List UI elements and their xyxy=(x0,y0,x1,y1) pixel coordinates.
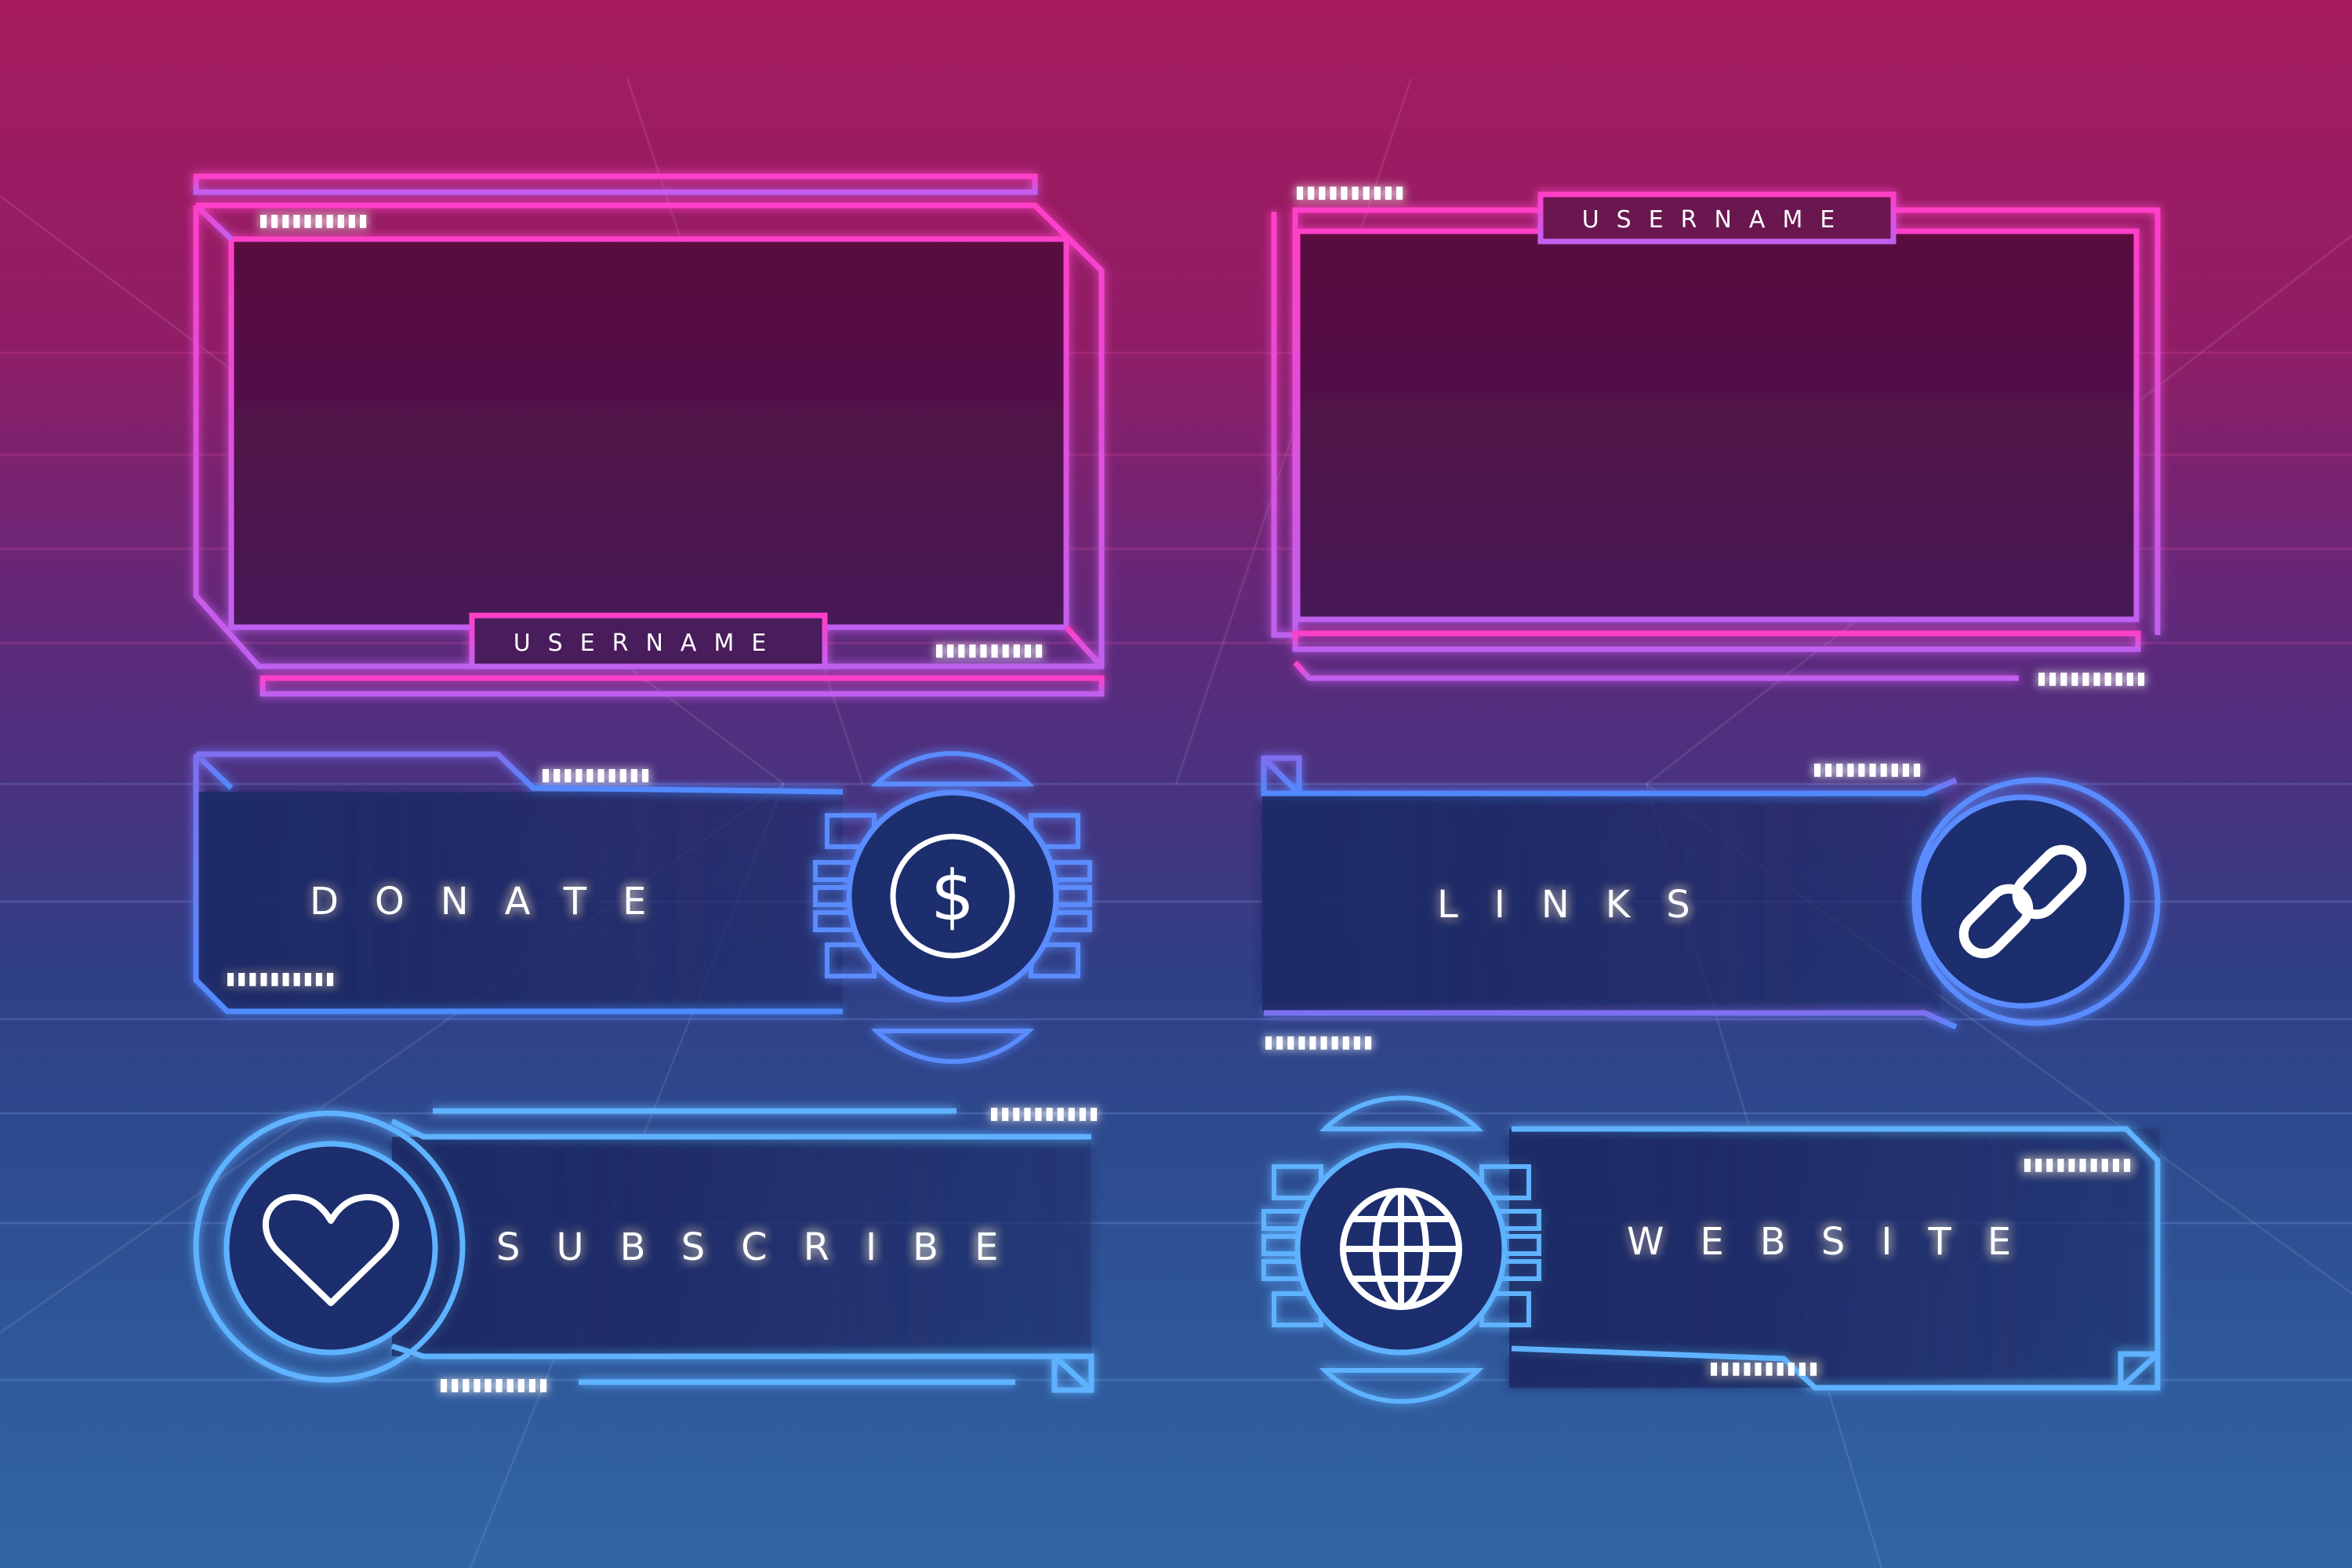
dash-indicator-right-top: ▮▮▮▮▮▮▮▮▮▮ xyxy=(1295,183,1406,202)
stream-overlay-kit: ▮▮▮▮▮▮▮▮▮▮ ▮▮▮▮▮▮▮▮▮▮ USERNAME ▮▮▮▮▮▮▮▮▮… xyxy=(193,173,2161,1404)
links-panel[interactable]: ▮▮▮▮▮▮▮▮▮▮ ▮▮▮▮▮▮▮▮▮▮ LINKS xyxy=(1261,755,2161,1052)
username-label-left: USERNAME xyxy=(514,630,784,657)
dash-indicator: ▮▮▮▮▮▮▮▮▮▮ xyxy=(226,969,336,989)
dash-indicator: ▮▮▮▮▮▮▮▮▮▮ xyxy=(439,1375,550,1395)
camera-frame-right: ▮▮▮▮▮▮▮▮▮▮ ▮▮▮▮▮▮▮▮▮▮ USERNAME xyxy=(1271,183,2161,688)
globe-icon xyxy=(1340,1188,1462,1310)
dash-indicator: ▮▮▮▮▮▮▮▮▮▮ xyxy=(1813,760,1923,779)
website-label: WEBSITE xyxy=(1627,1220,2047,1264)
subscribe-label: SUBSCRIBE xyxy=(496,1225,1034,1269)
camera-screen-left xyxy=(231,239,1066,627)
donate-label: DONATE xyxy=(310,880,682,924)
subscribe-icon-button[interactable] xyxy=(193,1110,466,1383)
camera-frame-left: ▮▮▮▮▮▮▮▮▮▮ ▮▮▮▮▮▮▮▮▮▮ USERNAME xyxy=(193,173,1105,697)
website-panel[interactable]: ▮▮▮▮▮▮▮▮▮▮ ▮▮▮▮▮▮▮▮▮▮ WEBSITE xyxy=(1261,1095,2161,1404)
donate-panel[interactable]: ▮▮▮▮▮▮▮▮▮▮ ▮▮▮▮▮▮▮▮▮▮ DONATE $ xyxy=(193,750,1092,1065)
subscribe-panel[interactable]: ▮▮▮▮▮▮▮▮▮▮ ▮▮▮▮▮▮▮▮▮▮ SUBSCRIBE xyxy=(193,1104,1100,1395)
dash-indicator: ▮▮▮▮▮▮▮▮▮▮ xyxy=(1709,1359,1820,1378)
dash-indicator: ▮▮▮▮▮▮▮▮▮▮ xyxy=(1264,1033,1374,1052)
dash-indicator: ▮▮▮▮▮▮▮▮▮▮ xyxy=(989,1104,1100,1123)
donate-icon-button[interactable]: $ xyxy=(813,750,1092,1065)
dash-indicator-left-bottom: ▮▮▮▮▮▮▮▮▮▮ xyxy=(935,641,1045,660)
dash-indicator-right-bottom: ▮▮▮▮▮▮▮▮▮▮ xyxy=(2037,669,2147,688)
links-icon-button[interactable] xyxy=(1911,777,2161,1026)
svg-text:$: $ xyxy=(931,855,975,936)
website-icon-button[interactable] xyxy=(1261,1095,1541,1404)
links-label: LINKS xyxy=(1437,883,1726,927)
camera-screen-right xyxy=(1298,231,2136,619)
dash-indicator-left-top: ▮▮▮▮▮▮▮▮▮▮ xyxy=(259,211,369,230)
dash-indicator: ▮▮▮▮▮▮▮▮▮▮ xyxy=(2023,1155,2133,1174)
username-label-right: USERNAME xyxy=(1582,206,1853,234)
dash-indicator: ▮▮▮▮▮▮▮▮▮▮ xyxy=(541,765,652,785)
